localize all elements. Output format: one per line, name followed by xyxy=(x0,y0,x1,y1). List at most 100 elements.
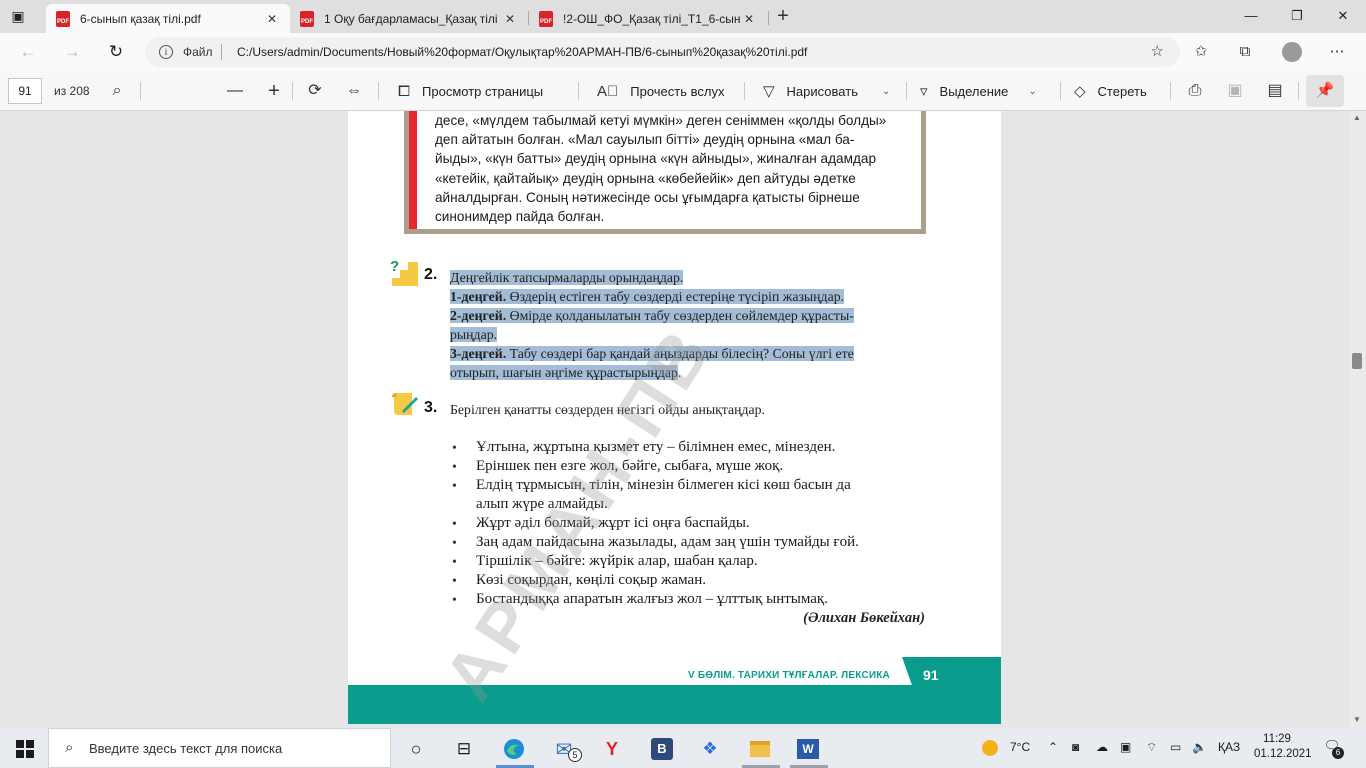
toolbar-separator xyxy=(1298,82,1299,100)
chevron-up-icon[interactable]: ⌃ xyxy=(1048,740,1058,754)
back-button[interactable]: ← xyxy=(16,40,40,64)
highlight-button[interactable]: ▿ Выделение ⌄ xyxy=(920,80,1037,102)
info-icon[interactable]: i xyxy=(159,45,173,59)
read-aloud-button[interactable]: A᪲ Прочесть вслух xyxy=(597,80,724,102)
toolbar-separator xyxy=(578,82,579,100)
tab-6-synyp[interactable]: PDF 6-сынып қазақ тілі.pdf ✕ xyxy=(46,4,290,33)
erase-label: Стереть xyxy=(1097,83,1147,99)
bullet: • xyxy=(452,593,457,608)
story-line: йыды», «күн батты» деудің орнына «күн ай… xyxy=(435,151,876,167)
tab-title: 1 Оқу бағдарламасы_Қазақ тілі xyxy=(324,11,498,26)
pdf-page: десе, «мүлдем табылмай кетуі мүмкін» дег… xyxy=(348,111,1001,724)
svg-text:?: ? xyxy=(390,258,399,275)
chevron-down-icon[interactable]: ⌄ xyxy=(1028,86,1036,97)
rotate-icon[interactable]: ⟳ xyxy=(304,80,326,102)
page-number-input[interactable]: 91 xyxy=(8,78,42,104)
onedrive-icon[interactable]: ☁ xyxy=(1096,740,1108,754)
toolbar-separator xyxy=(378,82,379,100)
close-window-button[interactable]: ✕ xyxy=(1320,4,1366,28)
taskbar-search[interactable]: ⌕ Введите здесь текст для поиска xyxy=(48,728,391,768)
more-options-icon[interactable]: ⋯ xyxy=(1326,41,1348,63)
vertical-scrollbar[interactable]: ▲ ▼ xyxy=(1349,111,1366,728)
stairs-question-icon: ? xyxy=(390,258,418,286)
tab-title: !2-ОШ_ФО_Қазақ тілі_Т1_6-сын. xyxy=(563,11,741,26)
story-line: деп айтатын болған. «Мал сауылып бітті» … xyxy=(435,132,855,148)
level-text: Өздерің естіген табу сөздерді естеріңе т… xyxy=(506,289,845,304)
collections-icon[interactable]: ⧉ xyxy=(1234,41,1256,63)
print-icon[interactable]: ⎙ xyxy=(1184,80,1206,102)
task2-heading: Деңгейлік тапсырмаларды орындаңдар. xyxy=(450,270,684,286)
page-view-icon: ⧠ xyxy=(398,82,411,100)
page-number: 91 xyxy=(923,667,939,683)
close-icon[interactable]: ✕ xyxy=(741,12,757,26)
scroll-down-icon[interactable]: ▼ xyxy=(1353,715,1361,724)
erase-button[interactable]: ◇ Стереть xyxy=(1074,80,1147,102)
page-view-button[interactable]: ⧠ Просмотр страницы xyxy=(398,80,543,102)
scroll-up-icon[interactable]: ▲ xyxy=(1353,113,1361,122)
scroll-pen-icon xyxy=(392,393,418,415)
notifications-badge: 6 xyxy=(1332,747,1344,759)
vk-icon[interactable]: B xyxy=(644,733,680,765)
quote-author: (Әлихан Бөкейхан) xyxy=(803,610,925,626)
favorites-icon[interactable]: ✩ xyxy=(1190,41,1212,63)
windows-start-icon[interactable] xyxy=(16,740,34,758)
battery-icon[interactable]: ▭ xyxy=(1170,740,1181,754)
refresh-button[interactable]: ↻ xyxy=(104,40,128,64)
restore-button[interactable]: ❐ xyxy=(1274,4,1320,28)
toolbar-separator xyxy=(1060,82,1061,100)
clock[interactable]: 11:29 01.12.2021 xyxy=(1254,732,1312,762)
language-indicator[interactable]: ҚАЗ xyxy=(1218,740,1240,754)
scroll-thumb[interactable] xyxy=(1352,353,1362,369)
weather-temp[interactable]: 7°C xyxy=(1010,740,1030,754)
story-line: айналдырған. Соның нәтижесінде осы ұғымд… xyxy=(435,189,860,205)
close-icon[interactable]: ✕ xyxy=(502,12,518,26)
volume-icon[interactable]: 🔈 xyxy=(1192,740,1207,754)
zoom-out-icon[interactable]: — xyxy=(224,80,246,102)
fit-page-icon[interactable]: ⇔ xyxy=(343,80,365,102)
highlight-label: Выделение xyxy=(939,83,1009,99)
draw-label: Нарисовать xyxy=(786,83,858,99)
tab-oku-bagdarlamasy[interactable]: PDF 1 Оқу бағдарламасы_Қазақ тілі ✕ xyxy=(290,4,528,33)
toolbar-separator xyxy=(744,82,745,100)
tab-osh-fo[interactable]: PDF !2-ОШ_ФО_Қазақ тілі_Т1_6-сын. ✕ xyxy=(529,4,767,33)
weather-icon[interactable] xyxy=(982,740,998,756)
zoom-in-icon[interactable]: + xyxy=(263,80,285,102)
edge-icon[interactable] xyxy=(496,733,532,765)
yandex-icon[interactable]: Y xyxy=(594,733,630,765)
toolbar-separator xyxy=(906,82,907,100)
url-separator xyxy=(221,44,222,60)
level-text: рыңдар. xyxy=(450,327,498,342)
dropbox-icon[interactable]: ❖ xyxy=(692,733,728,765)
pin-toolbar-button[interactable]: 📌 xyxy=(1306,75,1344,107)
url-text[interactable]: C:/Users/admin/Documents/Новый%20формат/… xyxy=(237,45,807,59)
meet-icon[interactable]: ◙ xyxy=(1072,740,1079,754)
word-icon[interactable]: W xyxy=(790,733,826,765)
minimize-button[interactable]: — xyxy=(1228,4,1274,28)
search-icon: ⌕ xyxy=(65,739,74,756)
url-field[interactable]: i Файл C:/Users/admin/Documents/Новый%20… xyxy=(145,37,1180,67)
search-placeholder: Введите здесь текст для поиска xyxy=(89,741,283,756)
cortana-icon[interactable]: ○ xyxy=(398,733,434,765)
add-favorite-icon[interactable]: ☆ xyxy=(1151,42,1164,60)
close-icon[interactable]: ✕ xyxy=(264,12,280,26)
forward-button[interactable]: → xyxy=(60,40,84,64)
address-bar: ← → ↻ i Файл C:/Users/admin/Documents/Но… xyxy=(0,33,1366,71)
profile-avatar[interactable] xyxy=(1282,42,1302,62)
new-tab-button[interactable]: + xyxy=(773,6,793,26)
network-icon[interactable]: ⌔ xyxy=(1146,740,1157,755)
highlighter-icon: ▿ xyxy=(920,83,928,100)
tab-actions-icon[interactable]: ▣ xyxy=(10,8,26,24)
story-text: десе, «мүлдем табылмай кетуі мүмкін» дег… xyxy=(435,111,909,226)
security-icon[interactable]: ▣ xyxy=(1120,740,1131,754)
draw-button[interactable]: ▽ Нарисовать ⌄ xyxy=(763,80,890,102)
task2-level1: 1-деңгей. Өздерің естіген табу сөздерді … xyxy=(450,289,845,305)
task-view-icon[interactable]: ⊟ xyxy=(446,733,482,765)
save-icon[interactable]: ▣ xyxy=(1224,80,1246,102)
search-icon[interactable]: ⌕ xyxy=(106,80,128,102)
story-box: десе, «мүлдем табылмай кетуі мүмкін» дег… xyxy=(404,111,926,234)
file-explorer-icon[interactable] xyxy=(742,733,778,765)
pdf-viewer[interactable]: десе, «мүлдем табылмай кетуі мүмкін» дег… xyxy=(0,111,1366,728)
save-as-icon[interactable]: ▤ xyxy=(1264,80,1286,102)
footer-section-label: V БӨЛІМ. ТАРИХИ ТҰЛҒАЛАР. ЛЕКСИКА xyxy=(688,670,890,681)
chevron-down-icon[interactable]: ⌄ xyxy=(882,86,890,97)
